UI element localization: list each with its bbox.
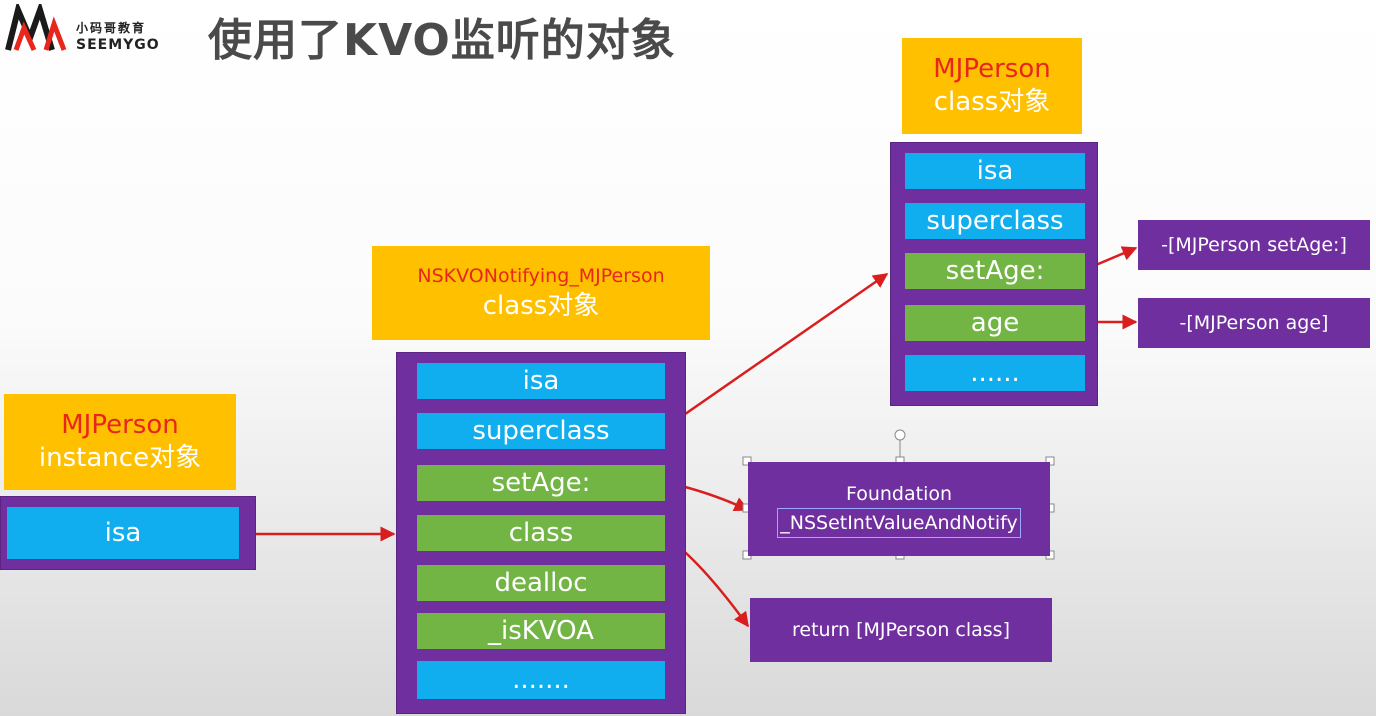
kvo-more-slot: ....... — [417, 661, 665, 699]
class-impl-box: return [MJPerson class] — [750, 598, 1052, 662]
kvo-class-name: NSKVONotifying_MJPerson — [417, 265, 665, 287]
instance-subtitle: instance对象 — [38, 443, 202, 473]
setage-impl-box: -[MJPerson setAge:] — [1138, 220, 1370, 270]
age-impl-box: -[MJPerson age] — [1138, 298, 1370, 348]
person-more-slot: ...... — [905, 355, 1085, 391]
kvo-setage-slot: setAge: — [417, 465, 665, 501]
person-class-subtitle: class对象 — [933, 87, 1051, 117]
foundation-function[interactable]: _NSSetIntValueAndNotify — [777, 508, 1021, 538]
instance-object: isa — [0, 496, 256, 570]
kvo-class-label: NSKVONotifying_MJPerson class对象 — [372, 246, 710, 340]
instance-isa-slot: isa — [7, 507, 239, 559]
foundation-title: Foundation — [845, 483, 953, 505]
kvo-superclass-slot: superclass — [417, 413, 665, 449]
person-class-name: MJPerson — [933, 54, 1051, 84]
instance-name: MJPerson — [61, 410, 179, 440]
person-setage-slot: setAge: — [905, 253, 1085, 289]
kvo-isa-slot: isa — [417, 363, 665, 399]
kvo-dealloc-slot: dealloc — [417, 565, 665, 601]
person-age-slot: age — [905, 305, 1085, 341]
person-class-object: isa superclass setAge: age ...... — [890, 142, 1098, 406]
kvo-class-object: isa superclass setAge: class dealloc _is… — [396, 352, 686, 714]
foundation-box[interactable]: Foundation _NSSetIntValueAndNotify — [748, 462, 1050, 556]
person-isa-slot: isa — [905, 153, 1085, 189]
person-class-label: MJPerson class对象 — [902, 38, 1082, 134]
arrows-layer — [238, 246, 1138, 628]
kvo-class-slot: class — [417, 515, 665, 551]
person-superclass-slot: superclass — [905, 203, 1085, 239]
kvo-iskvoa-slot: _isKVOA — [417, 613, 665, 649]
instance-label: MJPerson instance对象 — [4, 394, 236, 490]
kvo-class-subtitle: class对象 — [482, 291, 600, 321]
